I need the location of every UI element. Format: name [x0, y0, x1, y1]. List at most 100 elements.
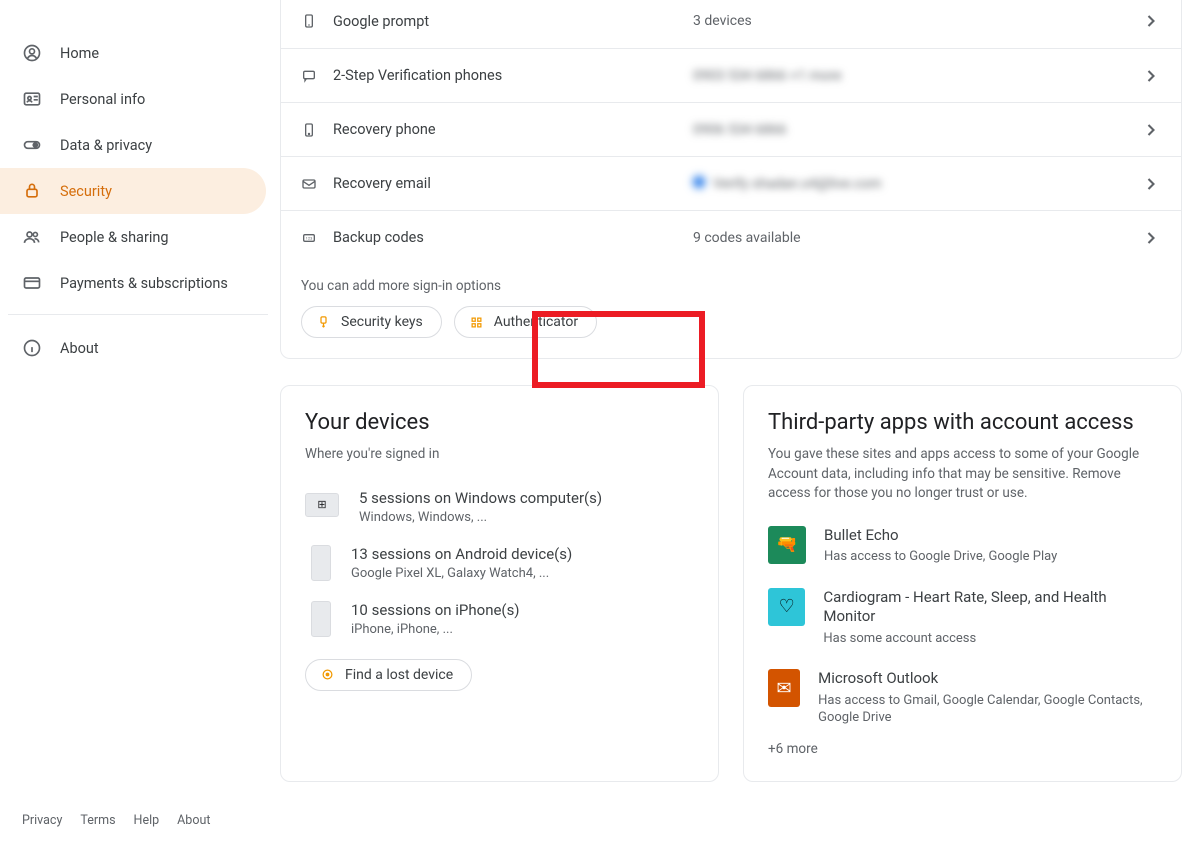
- svg-text:123: 123: [306, 235, 313, 240]
- nav-about[interactable]: About: [0, 325, 266, 371]
- nav-label: Data & privacy: [60, 137, 152, 154]
- key-icon: [316, 315, 331, 330]
- add-options-hint: You can add more sign-in options: [281, 264, 1181, 306]
- info-icon: [22, 338, 42, 358]
- app-title: Bullet Echo: [824, 526, 1057, 546]
- nav-people-sharing[interactable]: People & sharing: [0, 214, 266, 260]
- row-backup-codes[interactable]: 123 Backup codes 9 codes available: [281, 210, 1181, 264]
- chip-label: Find a lost device: [345, 667, 453, 683]
- nav-label: Home: [60, 45, 99, 62]
- row-label: Backup codes: [333, 229, 693, 246]
- footer-links: Privacy Terms Help About: [0, 813, 280, 858]
- app-sub: Has access to Gmail, Google Calendar, Go…: [818, 692, 1157, 727]
- people-icon: [22, 227, 42, 247]
- card-subtitle: Where you're signed in: [281, 439, 718, 479]
- app-title: Cardiogram - Heart Rate, Sleep, and Heal…: [823, 588, 1157, 627]
- footer-about[interactable]: About: [177, 813, 210, 828]
- chip-label: Security keys: [341, 314, 423, 330]
- windows-icon: ⊞: [305, 493, 339, 517]
- third-party-card: Third-party apps with account access You…: [743, 385, 1182, 782]
- device-row-android[interactable]: 13 sessions on Android device(s) Google …: [281, 535, 718, 591]
- chip-find-device[interactable]: Find a lost device: [305, 659, 472, 691]
- nav-list: Home Personal info Data & privacy Securi…: [0, 30, 280, 813]
- chevron-right-icon: [1141, 228, 1161, 248]
- iphone-icon: [311, 601, 331, 637]
- user-circle-icon: [22, 43, 42, 63]
- phone-outline-icon: [301, 122, 333, 138]
- nav-security[interactable]: Security: [0, 168, 266, 214]
- chevron-right-icon: [1141, 174, 1161, 194]
- signin-options-card: Google prompt 3 devices 2-Step Verificat…: [280, 0, 1182, 359]
- row-label: Recovery email: [333, 175, 693, 192]
- row-label: Recovery phone: [333, 121, 693, 138]
- phone-icon: [301, 13, 333, 29]
- row-value: Verify shadan.s4@live.com: [693, 176, 1141, 192]
- device-row-windows[interactable]: ⊞ 5 sessions on Windows computer(s) Wind…: [281, 479, 718, 535]
- app-row-outlook[interactable]: ✉ Microsoft Outlook Has access to Gmail,…: [744, 661, 1181, 741]
- footer-help[interactable]: Help: [134, 813, 160, 828]
- app-row-bullet-echo[interactable]: 🔫 Bullet Echo Has access to Google Drive…: [744, 518, 1181, 580]
- app-icon: ✉: [768, 669, 800, 707]
- nav-label: People & sharing: [60, 229, 169, 246]
- chevron-right-icon: [1141, 66, 1161, 86]
- app-icon: 🔫: [768, 526, 806, 564]
- card-icon: [22, 273, 42, 293]
- nav-personal-info[interactable]: Personal info: [0, 76, 266, 122]
- device-title: 10 sessions on iPhone(s): [351, 601, 520, 619]
- id-card-icon: [22, 89, 42, 109]
- app-row-cardiogram[interactable]: ♡ Cardiogram - Heart Rate, Sleep, and He…: [744, 580, 1181, 662]
- card-title: Your devices: [305, 410, 694, 435]
- app-sub: Has access to Google Drive, Google Play: [824, 548, 1057, 566]
- app-title: Microsoft Outlook: [818, 669, 1157, 689]
- card-header: Third-party apps with account access: [744, 386, 1181, 439]
- device-row-iphone[interactable]: 10 sessions on iPhone(s) iPhone, iPhone,…: [281, 591, 718, 647]
- row-google-prompt[interactable]: Google prompt 3 devices: [281, 0, 1181, 48]
- nav-label: Payments & subscriptions: [60, 275, 228, 292]
- mail-icon: [301, 176, 333, 192]
- nav-payments[interactable]: Payments & subscriptions: [0, 260, 266, 306]
- card-subtitle: You gave these sites and apps access to …: [744, 439, 1181, 518]
- device-title: 13 sessions on Android device(s): [351, 545, 572, 563]
- app-icon: ♡: [768, 588, 805, 626]
- row-value: 3 devices: [693, 13, 1141, 29]
- device-title: 5 sessions on Windows computer(s): [359, 489, 602, 507]
- chevron-right-icon: [1141, 11, 1161, 31]
- footer-terms[interactable]: Terms: [80, 813, 115, 828]
- nav-label: About: [60, 340, 99, 357]
- sidebar: Home Personal info Data & privacy Securi…: [0, 0, 280, 858]
- code-icon: 123: [301, 230, 333, 246]
- main: Google prompt 3 devices 2-Step Verificat…: [280, 0, 1200, 858]
- row-value: 9 codes available: [693, 230, 1141, 246]
- nav-home[interactable]: Home: [0, 30, 266, 76]
- card-header: Your devices: [281, 386, 718, 439]
- device-sub: Windows, Windows, ...: [359, 510, 602, 525]
- your-devices-card: Your devices Where you're signed in ⊞ 5 …: [280, 385, 719, 782]
- footer-privacy[interactable]: Privacy: [22, 813, 62, 828]
- lock-icon: [22, 181, 42, 201]
- android-phone-icon: [311, 545, 331, 581]
- row-recovery-phone[interactable]: Recovery phone 0906 534 6866: [281, 102, 1181, 156]
- row-2sv-phones[interactable]: 2-Step Verification phones 0903 534 6866…: [281, 48, 1181, 102]
- chip-row: Security keys Authenticator: [281, 306, 1181, 338]
- chip-security-keys[interactable]: Security keys: [301, 306, 442, 338]
- row-value: 0903 534 6866 +1 more: [693, 68, 1141, 84]
- nav-data-privacy[interactable]: Data & privacy: [0, 122, 266, 168]
- toggle-icon: [22, 135, 42, 155]
- authenticator-icon: [469, 315, 484, 330]
- chevron-right-icon: [1141, 120, 1161, 140]
- chip-label: Authenticator: [494, 314, 578, 330]
- device-sub: iPhone, iPhone, ...: [351, 622, 520, 637]
- row-label: 2-Step Verification phones: [333, 67, 693, 84]
- nav-divider: [8, 314, 268, 315]
- row-value: 0906 534 6866: [693, 122, 1141, 138]
- device-sub: Google Pixel XL, Galaxy Watch4, ...: [351, 566, 572, 581]
- row-label: Google prompt: [333, 13, 693, 30]
- card-title: Third-party apps with account access: [768, 410, 1157, 435]
- nav-label: Security: [60, 183, 112, 200]
- row-recovery-email[interactable]: Recovery email Verify shadan.s4@live.com: [281, 156, 1181, 210]
- chat-icon: [301, 68, 333, 84]
- more-apps-link[interactable]: +6 more: [744, 741, 1181, 781]
- chip-authenticator[interactable]: Authenticator: [454, 306, 597, 338]
- app-sub: Has some account access: [823, 630, 1157, 648]
- target-icon: [320, 667, 335, 682]
